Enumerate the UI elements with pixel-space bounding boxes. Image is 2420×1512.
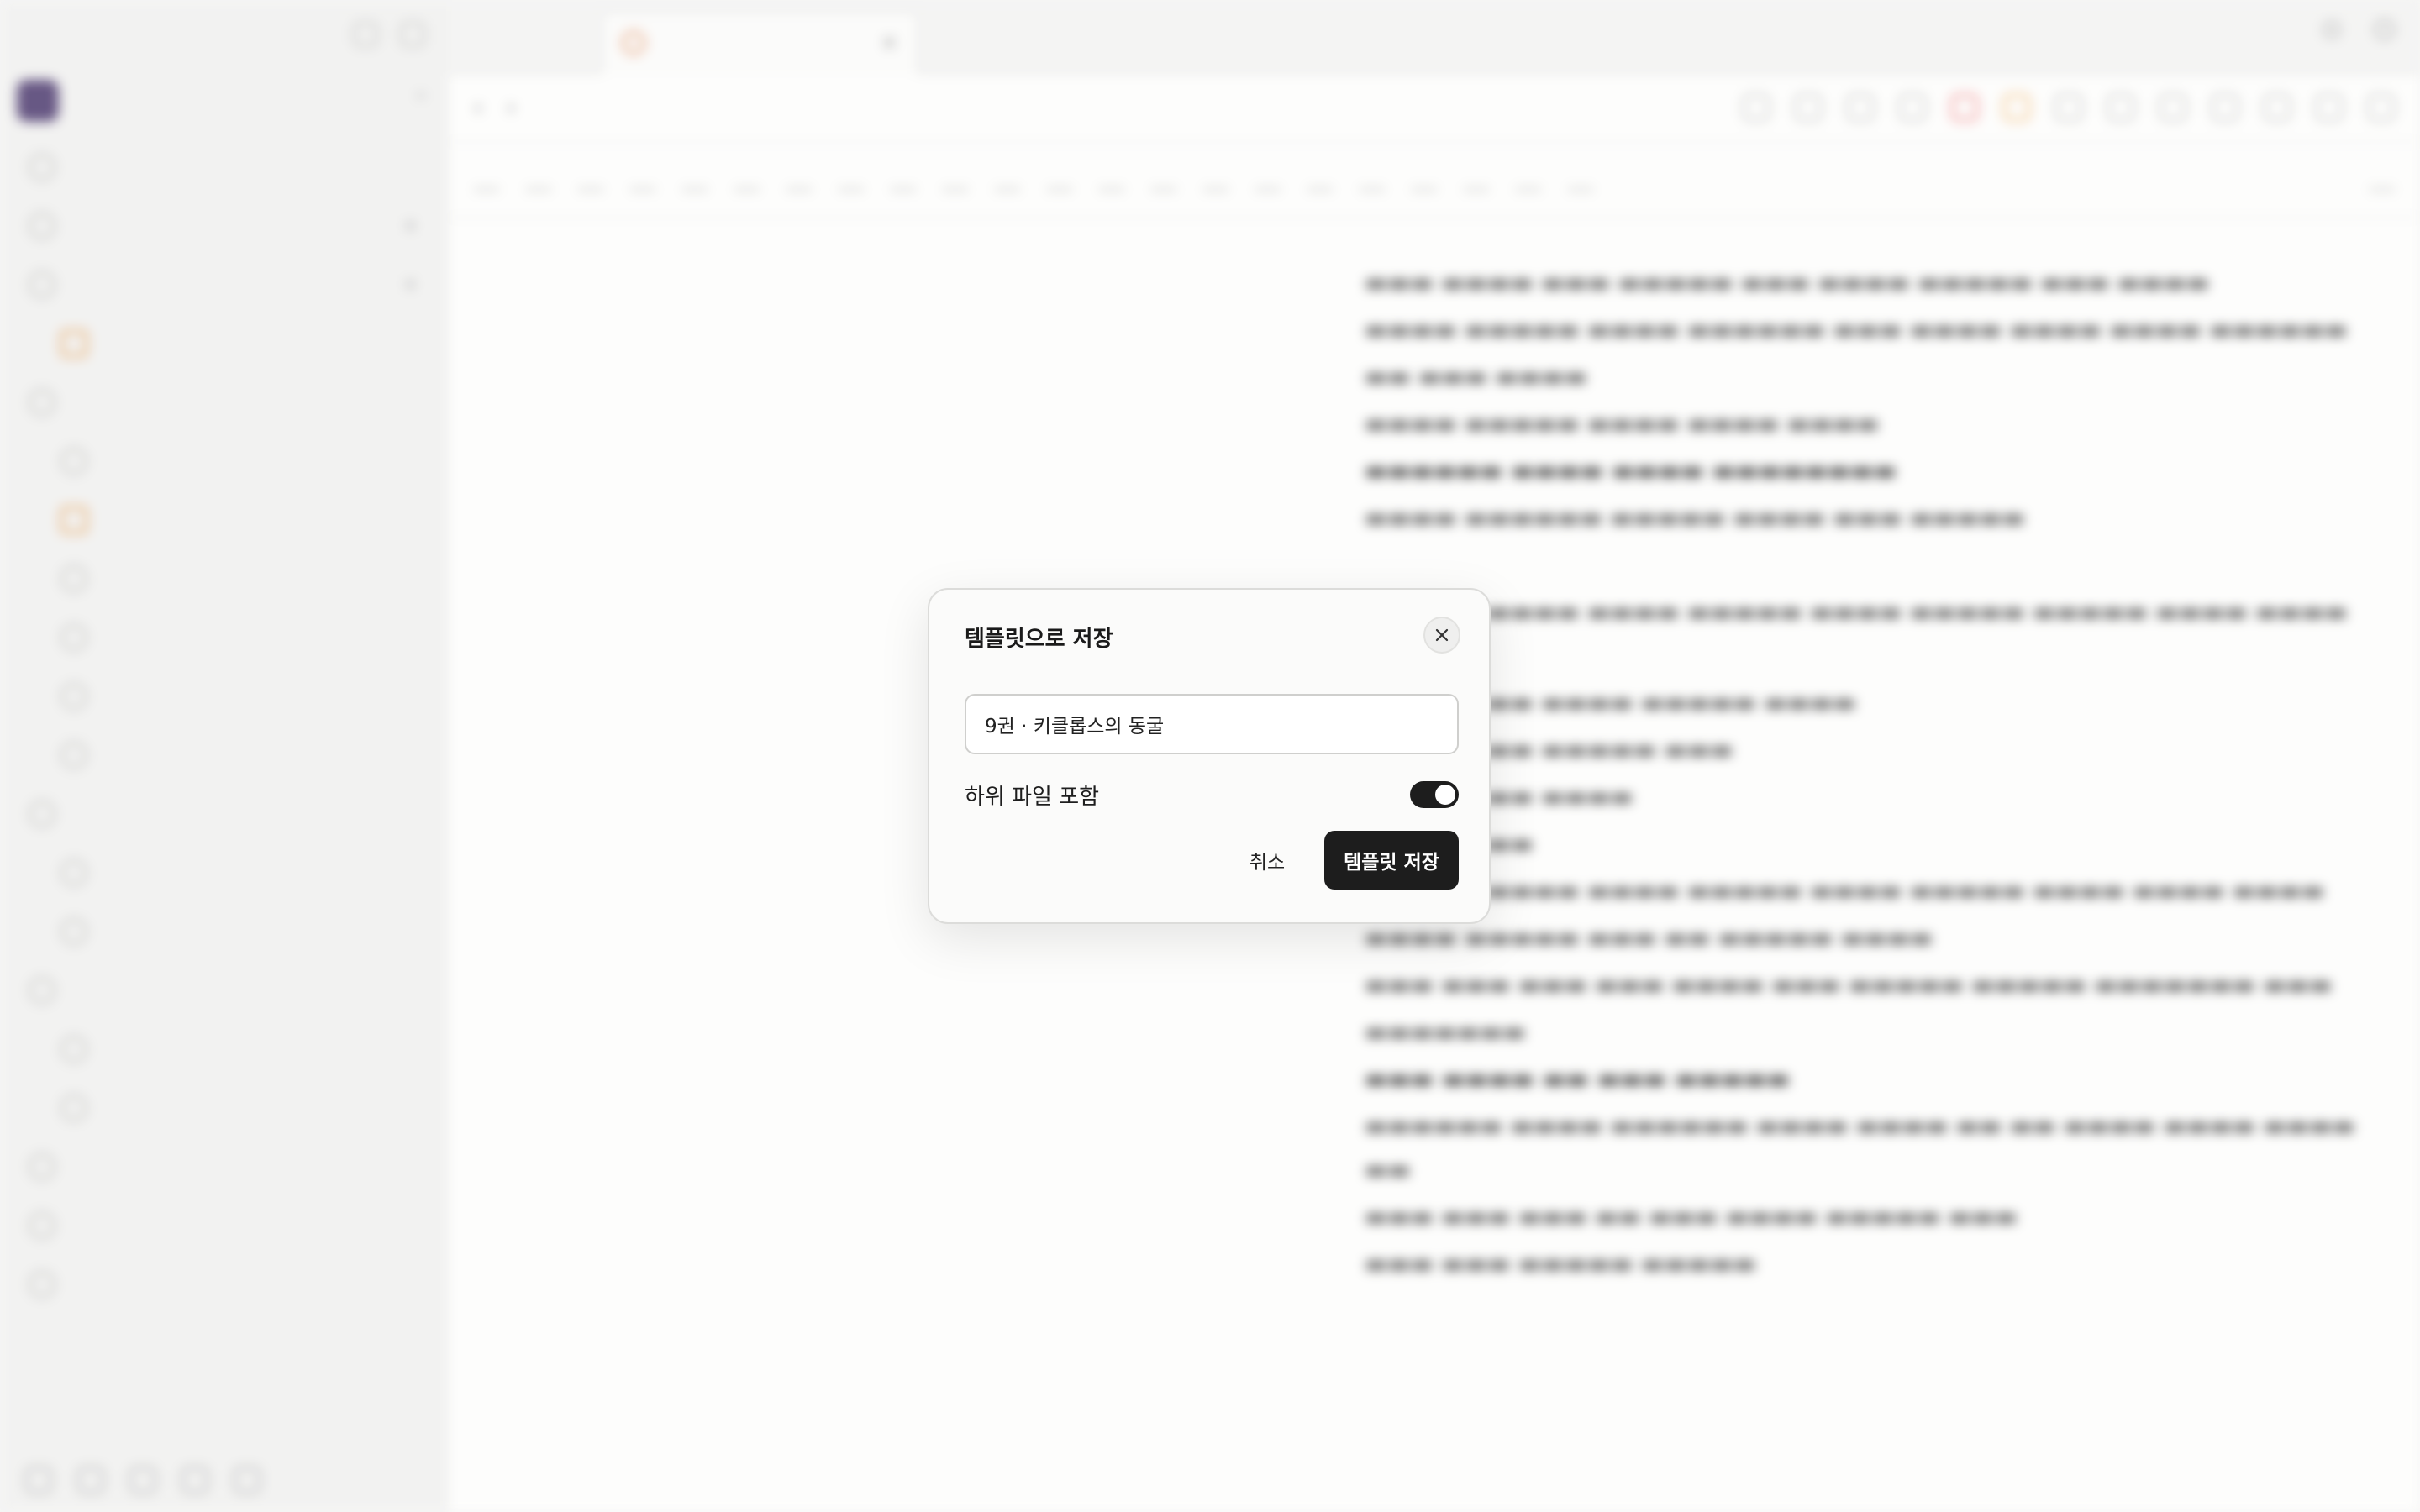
close-icon	[1435, 628, 1449, 642]
template-name-input[interactable]	[965, 694, 1459, 754]
save-as-template-dialog: 템플릿으로 저장 하위 파일 포함 취소 템플릿 저장	[928, 588, 1491, 924]
cancel-button[interactable]: 취소	[1225, 831, 1309, 890]
toggle-knob	[1435, 785, 1455, 805]
dialog-title: 템플릿으로 저장	[965, 627, 1113, 652]
include-children-row: 하위 파일 포함	[965, 769, 1459, 820]
include-children-label: 하위 파일 포함	[965, 784, 1100, 810]
close-button[interactable]	[1423, 617, 1460, 654]
save-template-button[interactable]: 템플릿 저장	[1324, 831, 1459, 890]
include-children-toggle[interactable]	[1410, 781, 1459, 808]
